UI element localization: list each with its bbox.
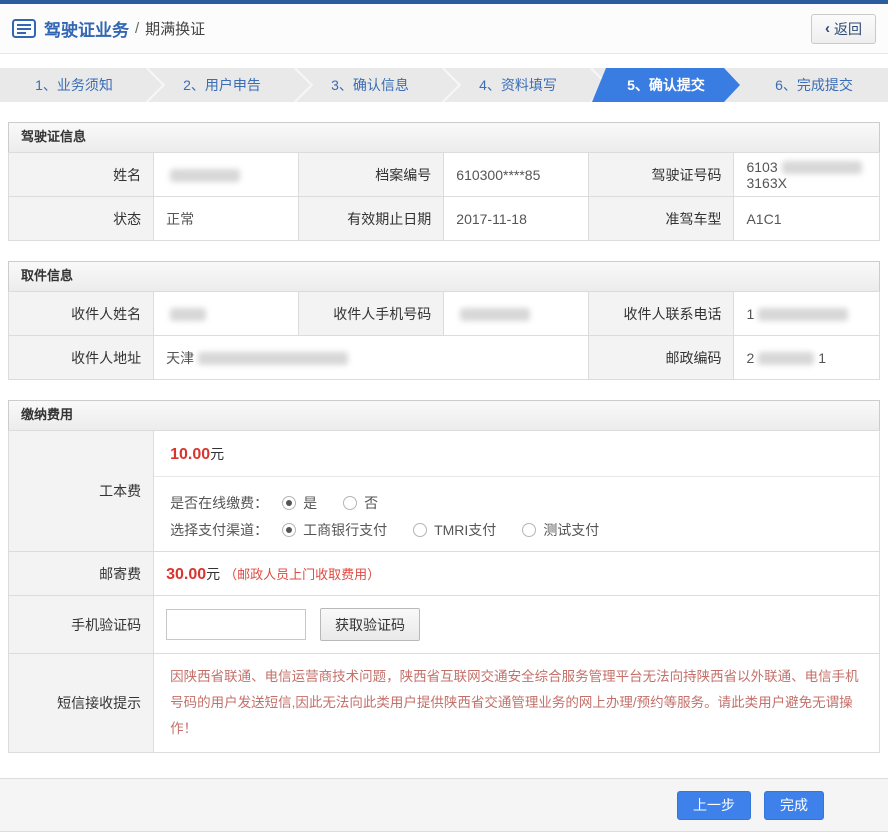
captcha-input[interactable] bbox=[166, 609, 306, 640]
name-value bbox=[154, 153, 299, 197]
pay-channel-question: 选择支付渠道： bbox=[170, 520, 268, 540]
recipient-phone-label: 收件人联系电话 bbox=[589, 292, 734, 336]
radio-label: TMRI支付 bbox=[434, 520, 496, 540]
license-no-value: 61033163X bbox=[734, 153, 880, 197]
fees-table: 工本费 10.00元 是否在线缴费： 是 否 bbox=[8, 430, 880, 753]
step-1-business-notice: 1、业务须知 bbox=[0, 68, 148, 102]
redacted-value bbox=[170, 169, 240, 182]
postal-code-label: 邮政编码 bbox=[589, 336, 734, 380]
vehicle-class-label: 准驾车型 bbox=[589, 197, 734, 241]
license-section-title: 驾驶证信息 bbox=[8, 122, 880, 152]
radio-icon bbox=[282, 523, 296, 537]
redacted-value bbox=[758, 352, 814, 365]
step-5-confirm-submit: 5、确认提交 bbox=[592, 68, 740, 102]
radio-label: 测试支付 bbox=[543, 520, 599, 540]
postage-fee-value: 30.00元 （邮政人员上门收取费用） bbox=[154, 552, 880, 596]
table-row: 短信接收提示 因陕西省联通、电信运营商技术问题，陕西省互联网交通安全综合服务管理… bbox=[9, 654, 880, 753]
recipient-mobile-label: 收件人手机号码 bbox=[299, 292, 444, 336]
cost-fee-label: 工本费 bbox=[9, 431, 154, 552]
radio-label: 否 bbox=[364, 493, 378, 513]
recipient-name-value bbox=[154, 292, 299, 336]
license-no-label: 驾驶证号码 bbox=[589, 153, 734, 197]
status-value: 正常 bbox=[154, 197, 299, 241]
page-header: 驾驶证业务 / 期满换证 ‹ 返回 bbox=[0, 4, 888, 54]
table-row: 手机验证码 获取验证码 bbox=[9, 596, 880, 654]
page-title: 驾驶证业务 bbox=[44, 16, 129, 41]
recipient-address-value: 天津 bbox=[154, 336, 589, 380]
step-6-finish-submit: 6、完成提交 bbox=[740, 68, 888, 102]
license-info-table: 姓名 档案编号 610300****85 驾驶证号码 61033163X 状态 … bbox=[8, 152, 880, 241]
radio-label: 是 bbox=[303, 493, 317, 513]
captcha-label: 手机验证码 bbox=[9, 596, 154, 654]
step-progress-bar: 1、业务须知 2、用户申告 3、确认信息 4、资料填写 5、确认提交 6、完成提… bbox=[0, 68, 888, 102]
table-row: 收件人姓名 收件人手机号码 收件人联系电话 1 bbox=[9, 292, 880, 336]
online-pay-yes-radio[interactable]: 是 bbox=[282, 493, 317, 513]
channel-icbc-radio[interactable]: 工商银行支付 bbox=[282, 520, 387, 540]
postage-unit: 元 bbox=[206, 566, 220, 582]
pickup-info-table: 收件人姓名 收件人手机号码 收件人联系电话 1 收件人地址 天津 邮政编码 21 bbox=[8, 291, 880, 380]
finish-button[interactable]: 完成 bbox=[764, 791, 824, 820]
footer-action-bar: 上一步 完成 bbox=[0, 778, 888, 832]
license-info-section: 驾驶证信息 姓名 档案编号 610300****85 驾驶证号码 6103316… bbox=[8, 122, 880, 241]
cost-unit: 元 bbox=[210, 446, 224, 462]
postage-note: （邮政人员上门收取费用） bbox=[224, 567, 380, 582]
recipient-name-label: 收件人姓名 bbox=[9, 292, 154, 336]
step-3-confirm-info: 3、确认信息 bbox=[296, 68, 444, 102]
back-chevron-icon: ‹ bbox=[825, 21, 830, 36]
table-row: 邮寄费 30.00元 （邮政人员上门收取费用） bbox=[9, 552, 880, 596]
fees-section-title: 缴纳费用 bbox=[8, 400, 880, 430]
sms-notice-text: 因陕西省联通、电信运营商技术问题，陕西省互联网交通安全综合服务管理平台无法向持陕… bbox=[154, 654, 880, 753]
radio-icon bbox=[413, 523, 427, 537]
radio-icon bbox=[522, 523, 536, 537]
archive-no-label: 档案编号 bbox=[299, 153, 444, 197]
get-code-button[interactable]: 获取验证码 bbox=[320, 608, 420, 641]
channel-tmri-radio[interactable]: TMRI支付 bbox=[413, 520, 496, 540]
cost-fee-value: 10.00元 是否在线缴费： 是 否 bbox=[154, 431, 880, 552]
radio-label: 工商银行支付 bbox=[303, 520, 387, 540]
postage-fee-label: 邮寄费 bbox=[9, 552, 154, 596]
cost-amount: 10.00 bbox=[170, 446, 210, 463]
redacted-value bbox=[460, 308, 530, 321]
redacted-value bbox=[782, 161, 862, 174]
pickup-info-section: 取件信息 收件人姓名 收件人手机号码 收件人联系电话 1 收件人地址 天津 邮政… bbox=[8, 261, 880, 380]
postal-code-value: 21 bbox=[734, 336, 880, 380]
table-row: 工本费 10.00元 是否在线缴费： 是 否 bbox=[9, 431, 880, 552]
page-subtitle: 期满换证 bbox=[145, 18, 205, 39]
step-4-fill-data: 4、资料填写 bbox=[444, 68, 592, 102]
license-menu-icon bbox=[12, 19, 36, 38]
name-label: 姓名 bbox=[9, 153, 154, 197]
table-row: 收件人地址 天津 邮政编码 21 bbox=[9, 336, 880, 380]
valid-until-label: 有效期止日期 bbox=[299, 197, 444, 241]
recipient-mobile-value bbox=[444, 292, 589, 336]
step-2-user-declaration: 2、用户申告 bbox=[148, 68, 296, 102]
status-label: 状态 bbox=[9, 197, 154, 241]
online-pay-question: 是否在线缴费： bbox=[170, 493, 268, 513]
recipient-phone-value: 1 bbox=[734, 292, 880, 336]
breadcrumb-separator: / bbox=[135, 20, 139, 37]
radio-icon bbox=[282, 496, 296, 510]
online-pay-no-radio[interactable]: 否 bbox=[343, 493, 378, 513]
redacted-value bbox=[758, 308, 848, 321]
captcha-cell: 获取验证码 bbox=[154, 596, 880, 654]
channel-test-radio[interactable]: 测试支付 bbox=[522, 520, 599, 540]
valid-until-value: 2017-11-18 bbox=[444, 197, 589, 241]
vehicle-class-value: A1C1 bbox=[734, 197, 880, 241]
postage-amount: 30.00 bbox=[166, 566, 206, 583]
back-button[interactable]: ‹ 返回 bbox=[811, 14, 876, 44]
redacted-value bbox=[170, 308, 206, 321]
archive-no-value: 610300****85 bbox=[444, 153, 589, 197]
fees-section: 缴纳费用 工本费 10.00元 是否在线缴费： 是 bbox=[8, 400, 880, 753]
redacted-value bbox=[198, 352, 348, 365]
prev-step-button[interactable]: 上一步 bbox=[677, 791, 751, 820]
back-button-label: 返回 bbox=[834, 19, 862, 39]
pickup-section-title: 取件信息 bbox=[8, 261, 880, 291]
table-row: 状态 正常 有效期止日期 2017-11-18 准驾车型 A1C1 bbox=[9, 197, 880, 241]
recipient-address-label: 收件人地址 bbox=[9, 336, 154, 380]
sms-notice-label: 短信接收提示 bbox=[9, 654, 154, 753]
radio-icon bbox=[343, 496, 357, 510]
table-row: 姓名 档案编号 610300****85 驾驶证号码 61033163X bbox=[9, 153, 880, 197]
